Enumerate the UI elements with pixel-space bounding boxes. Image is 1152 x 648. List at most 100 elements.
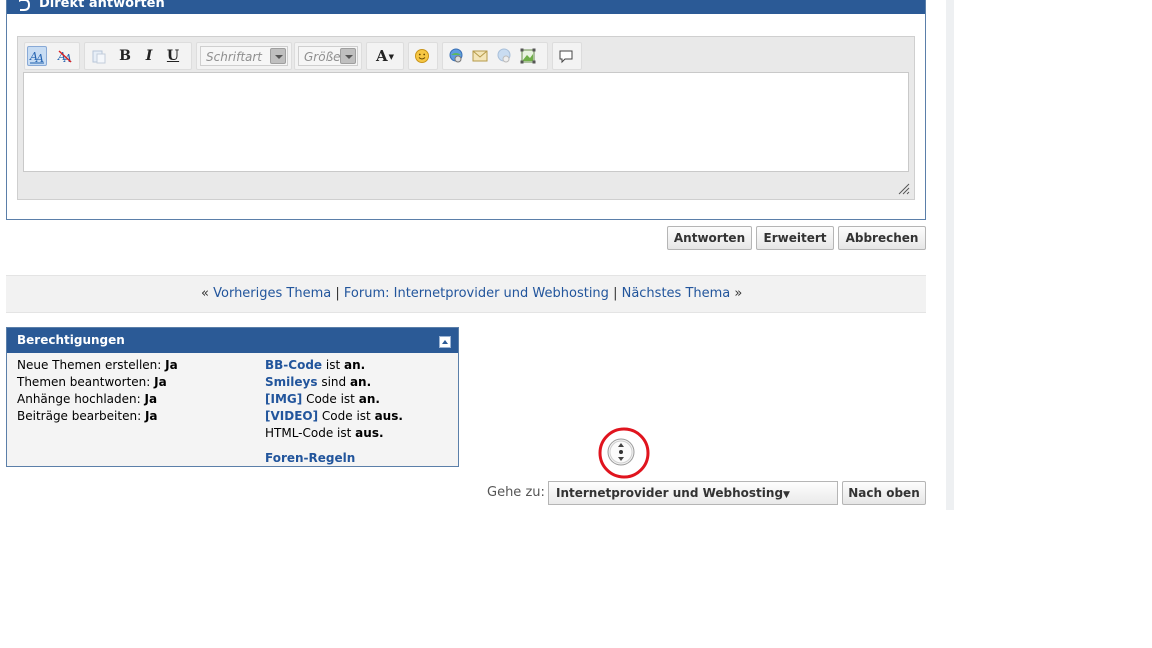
code-setting-row: [IMG] Code ist an.	[265, 391, 403, 408]
code-setting-row: [VIDEO] Code ist aus.	[265, 408, 403, 425]
setting-text: Code ist	[321, 409, 371, 423]
setting-state: an	[344, 358, 361, 372]
insert-email-icon[interactable]	[470, 46, 490, 66]
next-thread-link[interactable]: Nächstes Thema	[622, 286, 731, 301]
insert-image-icon[interactable]	[518, 46, 538, 66]
svg-text:A: A	[35, 52, 44, 64]
quick-reply-title: Direkt antworten	[39, 0, 165, 11]
setting-text: ist	[325, 358, 341, 372]
toolbar-group-text: B I U	[84, 42, 192, 70]
toolbar-group-quote	[552, 42, 582, 70]
caret-down-icon: ▼	[388, 51, 395, 61]
permissions-panel: Berechtigungen Neue Themen erstellen: Ja…	[6, 327, 459, 467]
code-setting-row: Foren-Regeln	[265, 450, 403, 467]
permission-value: Ja	[154, 375, 167, 389]
video-code-link[interactable]: [VIDEO]	[265, 409, 318, 423]
setting-dot: .	[360, 358, 366, 372]
nav-separator: |	[613, 286, 618, 301]
permission-label: Themen beantworten:	[17, 375, 151, 389]
permission-value: Ja	[144, 392, 158, 406]
prev-quote: «	[201, 286, 209, 301]
autoscroll-indicator-icon	[598, 427, 650, 479]
thread-navigation: « Vorheriges Thema | Forum: Internetprov…	[6, 275, 926, 313]
resize-grip-icon[interactable]	[898, 183, 910, 195]
remove-link-icon[interactable]	[494, 46, 514, 66]
toolbar-group-font: Schriftart	[196, 42, 292, 70]
font-size-placeholder: Größe	[304, 50, 341, 64]
permission-row: Themen beantworten: Ja	[17, 374, 178, 391]
collapse-icon[interactable]	[439, 336, 451, 348]
font-family-placeholder: Schriftart	[206, 50, 263, 64]
setting-state: an	[358, 392, 376, 406]
toolbar-group-smiley	[408, 42, 438, 70]
setting-state: aus	[374, 409, 399, 423]
paste-icon[interactable]	[89, 46, 109, 66]
permissions-list: Neue Themen erstellen: Ja Themen beantwo…	[17, 357, 178, 425]
caret-down-icon: ▼	[783, 490, 790, 500]
toolbar-group-insert	[442, 42, 548, 70]
page-scroll-strip	[946, 0, 954, 510]
permissions-header: Berechtigungen	[7, 328, 458, 353]
next-quote: »	[734, 286, 743, 301]
wysiwyg-toggle-icon[interactable]: AA	[27, 46, 47, 66]
setting-dot: .	[375, 392, 380, 406]
permission-value: Ja	[144, 409, 158, 423]
smileys-link[interactable]: Smileys	[265, 375, 317, 389]
remove-format-icon[interactable]: AA	[55, 46, 75, 66]
italic-icon[interactable]: I	[139, 46, 159, 66]
chevron-down-icon	[340, 48, 356, 64]
nav-separator: |	[335, 286, 340, 301]
code-setting-row: Smileys sind an.	[265, 374, 403, 391]
permission-row: Anhänge hochladen: Ja	[17, 391, 178, 408]
permission-label: Anhänge hochladen:	[17, 392, 141, 406]
forum-rules-link[interactable]: Foren-Regeln	[265, 451, 355, 465]
reply-button[interactable]: Antworten	[667, 226, 752, 250]
goto-label: Gehe zu:	[487, 485, 545, 500]
goto-selected-value: Internetprovider und Webhosting	[556, 486, 784, 500]
setting-dot: .	[378, 426, 384, 440]
underline-icon[interactable]: U	[163, 46, 183, 66]
quick-reply-panel: Direkt antworten AA AA B I U Schriftart …	[6, 0, 926, 220]
font-family-select[interactable]: Schriftart	[200, 46, 288, 66]
permission-row: Neue Themen erstellen: Ja	[17, 357, 178, 374]
setting-text: Code ist	[306, 392, 355, 406]
back-to-top-button[interactable]: Nach oben	[842, 481, 926, 505]
permission-value: Ja	[165, 358, 178, 372]
permission-label: Beiträge bearbeiten:	[17, 409, 142, 423]
setting-dot: .	[398, 409, 403, 423]
setting-state: aus	[355, 426, 379, 440]
insert-link-icon[interactable]	[446, 46, 466, 66]
forum-link[interactable]: Forum: Internetprovider und Webhosting	[344, 286, 609, 301]
permission-row: Beiträge bearbeiten: Ja	[17, 408, 178, 425]
font-color-button[interactable]: A ▼	[371, 46, 399, 66]
message-textarea[interactable]	[23, 72, 909, 172]
quote-icon[interactable]	[556, 46, 576, 66]
font-size-select[interactable]: Größe	[298, 46, 358, 66]
img-code-link[interactable]: [IMG]	[265, 392, 302, 406]
previous-thread-link[interactable]: Vorheriges Thema	[213, 286, 331, 301]
reply-arrow-icon	[19, 0, 31, 11]
code-setting-row: BB-Code ist an.	[265, 357, 403, 374]
permission-label: Neue Themen erstellen:	[17, 358, 162, 372]
rich-text-editor: AA AA B I U Schriftart Größe A ▼	[17, 36, 915, 200]
setting-state: an	[349, 375, 367, 389]
font-color-icon: A	[375, 47, 388, 65]
advanced-button[interactable]: Erweitert	[756, 226, 834, 250]
toolbar-group-color: A ▼	[366, 42, 404, 70]
setting-text: sind	[321, 375, 347, 389]
cancel-button[interactable]: Abbrechen	[838, 226, 926, 250]
setting-text: HTML-Code ist	[265, 426, 352, 440]
quick-reply-header: Direkt antworten	[7, 0, 925, 14]
bbcode-link[interactable]: BB-Code	[265, 358, 322, 372]
toolbar-group-size: Größe	[294, 42, 362, 70]
goto-forum-select[interactable]: Internetprovider und Webhosting▼	[548, 481, 838, 505]
code-settings-list: BB-Code ist an. Smileys sind an. [IMG] C…	[265, 357, 403, 467]
chevron-down-icon	[270, 48, 286, 64]
code-setting-row: HTML-Code ist aus.	[265, 425, 403, 442]
bold-icon[interactable]: B	[115, 46, 135, 66]
toolbar-group-mode: AA AA	[24, 42, 80, 70]
permissions-title: Berechtigungen	[17, 333, 125, 347]
smiley-icon[interactable]	[412, 46, 432, 66]
setting-dot: .	[366, 375, 372, 389]
